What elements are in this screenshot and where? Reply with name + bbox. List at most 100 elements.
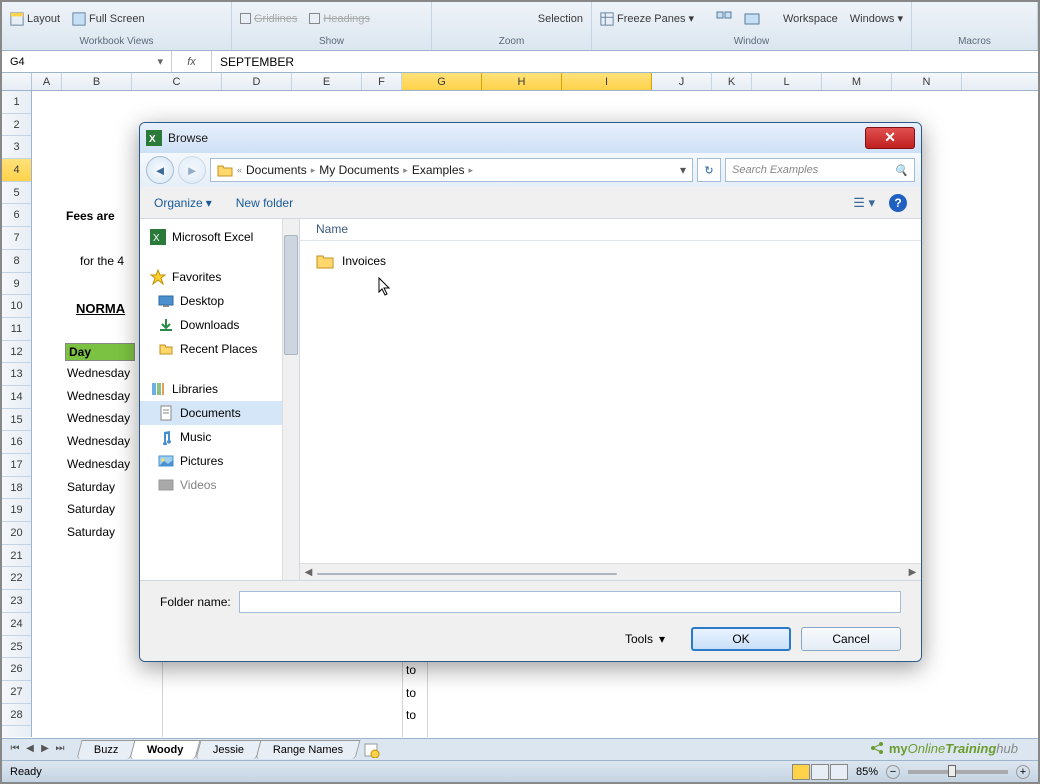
col-header-D[interactable]: D xyxy=(222,73,292,90)
windows-menu[interactable]: Windows ▾ xyxy=(850,12,903,25)
tools-menu[interactable]: Tools ▾ xyxy=(625,632,665,646)
row-header-9[interactable]: 9 xyxy=(2,273,31,296)
col-header-M[interactable]: M xyxy=(822,73,892,90)
col-header-L[interactable]: L xyxy=(752,73,822,90)
row-header-22[interactable]: 22 xyxy=(2,567,31,590)
row-header-28[interactable]: 28 xyxy=(2,704,31,727)
row-header-27[interactable]: 27 xyxy=(2,681,31,704)
row-header-12[interactable]: 12 xyxy=(2,341,31,364)
row-header-25[interactable]: 25 xyxy=(2,636,31,659)
row-header-14[interactable]: 14 xyxy=(2,386,31,409)
tab-nav-next[interactable]: ▶ xyxy=(38,743,52,757)
row-header-7[interactable]: 7 xyxy=(2,227,31,250)
row-header-16[interactable]: 16 xyxy=(2,431,31,454)
col-header-J[interactable]: J xyxy=(652,73,712,90)
row-header-13[interactable]: 13 xyxy=(2,363,31,386)
row-header-21[interactable]: 21 xyxy=(2,545,31,568)
row-header-6[interactable]: 6 xyxy=(2,204,31,227)
back-button[interactable]: ◄ xyxy=(146,156,174,184)
refresh-button[interactable]: ↻ xyxy=(697,158,721,182)
view-options-btn[interactable]: ☰ ▾ xyxy=(853,195,875,211)
gridlines-chk[interactable]: Gridlines xyxy=(240,13,297,25)
row-header-11[interactable]: 11 xyxy=(2,318,31,341)
ok-button[interactable]: OK xyxy=(691,627,791,651)
col-header-A[interactable]: A xyxy=(32,73,62,90)
close-button[interactable]: ✕ xyxy=(865,127,915,149)
formula-value[interactable]: SEPTEMBER xyxy=(212,55,302,69)
row-header-20[interactable]: 20 xyxy=(2,522,31,545)
crumb[interactable]: Documents xyxy=(246,163,307,177)
layout-btn[interactable]: Layout xyxy=(10,12,60,26)
dropdown-icon[interactable]: ▾ xyxy=(157,55,163,68)
crumb[interactable]: My Documents xyxy=(319,163,399,177)
tree-pictures[interactable]: Pictures xyxy=(140,449,299,473)
fullscreen-btn[interactable]: Full Screen xyxy=(72,12,145,26)
workspace[interactable]: Workspace xyxy=(783,13,838,25)
normal-view-btn[interactable] xyxy=(792,764,810,780)
chevron-down-icon[interactable]: ▾ xyxy=(680,163,686,177)
help-icon[interactable]: ? xyxy=(889,194,907,212)
row-header-1[interactable]: 1 xyxy=(2,91,31,114)
row-header-15[interactable]: 15 xyxy=(2,409,31,432)
column-header-name[interactable]: Name xyxy=(300,219,921,241)
tree-favorites[interactable]: Favorites xyxy=(140,265,299,289)
freeze-panes[interactable]: Freeze Panes ▾ xyxy=(600,12,694,26)
fx-button[interactable]: fx xyxy=(172,51,212,72)
row-header-5[interactable]: 5 xyxy=(2,182,31,205)
tab-nav-prev[interactable]: ◀ xyxy=(23,743,37,757)
crumb[interactable]: Examples xyxy=(412,163,465,177)
folder-tree[interactable]: XMicrosoft Excel Favorites Desktop Downl… xyxy=(140,219,300,580)
row-header-19[interactable]: 19 xyxy=(2,499,31,522)
zoom-slider[interactable] xyxy=(908,770,1008,774)
zoom-pct[interactable]: 85% xyxy=(856,766,878,778)
col-header-K[interactable]: K xyxy=(712,73,752,90)
row-header-4[interactable]: 4 xyxy=(2,159,31,182)
sheet-tab-buzz[interactable]: Buzz xyxy=(76,740,136,759)
row-header-23[interactable]: 23 xyxy=(2,590,31,613)
tab-nav-first[interactable]: ⏮ xyxy=(8,743,22,757)
row-header-10[interactable]: 10 xyxy=(2,295,31,318)
col-header-H[interactable]: H xyxy=(482,73,562,90)
forward-button[interactable]: ► xyxy=(178,156,206,184)
dialog-titlebar[interactable]: X Browse ✕ xyxy=(140,123,921,153)
horizontal-scrollbar[interactable]: ◀ ▶ xyxy=(300,563,921,580)
file-list[interactable]: Invoices xyxy=(300,241,921,563)
row-header-17[interactable]: 17 xyxy=(2,454,31,477)
sheet-tab-range-names[interactable]: Range Names xyxy=(256,740,361,759)
col-header-F[interactable]: F xyxy=(362,73,402,90)
tree-excel[interactable]: XMicrosoft Excel xyxy=(140,225,299,249)
breadcrumb[interactable]: « Documents▸ My Documents▸ Examples▸ ▾ xyxy=(210,158,693,182)
folder-item[interactable]: Invoices xyxy=(316,251,905,271)
tree-desktop[interactable]: Desktop xyxy=(140,289,299,313)
headings-chk[interactable]: Headings xyxy=(309,13,369,25)
row-header-8[interactable]: 8 xyxy=(2,250,31,273)
tree-downloads[interactable]: Downloads xyxy=(140,313,299,337)
zoom-in-btn[interactable]: + xyxy=(1016,765,1030,779)
tree-scrollbar[interactable] xyxy=(282,219,299,580)
split-icon[interactable] xyxy=(716,11,732,27)
tree-videos[interactable]: Videos xyxy=(140,473,299,497)
row-header-3[interactable]: 3 xyxy=(2,136,31,159)
col-header-N[interactable]: N xyxy=(892,73,962,90)
new-folder-btn[interactable]: New folder xyxy=(236,196,293,210)
tree-libraries[interactable]: Libraries xyxy=(140,377,299,401)
col-header-B[interactable]: B xyxy=(62,73,132,90)
page-layout-view-btn[interactable] xyxy=(811,764,829,780)
tree-recent[interactable]: Recent Places xyxy=(140,337,299,361)
row-header-24[interactable]: 24 xyxy=(2,613,31,636)
search-input[interactable]: Search Examples 🔍 xyxy=(725,158,915,182)
col-header-G[interactable]: G xyxy=(402,73,482,90)
col-header-E[interactable]: E xyxy=(292,73,362,90)
tree-documents[interactable]: Documents xyxy=(140,401,299,425)
sheet-tab-woody[interactable]: Woody xyxy=(130,740,202,759)
tree-music[interactable]: Music xyxy=(140,425,299,449)
col-header-C[interactable]: C xyxy=(132,73,222,90)
folder-name-input[interactable] xyxy=(239,591,901,613)
row-header-26[interactable]: 26 xyxy=(2,658,31,681)
select-all-cell[interactable] xyxy=(2,73,32,90)
zoom-selection[interactable]: Selection xyxy=(538,13,583,25)
row-header-2[interactable]: 2 xyxy=(2,114,31,137)
sheet-tab-jessie[interactable]: Jessie xyxy=(195,740,261,759)
arrange-icon[interactable] xyxy=(744,11,760,27)
page-break-view-btn[interactable] xyxy=(830,764,848,780)
